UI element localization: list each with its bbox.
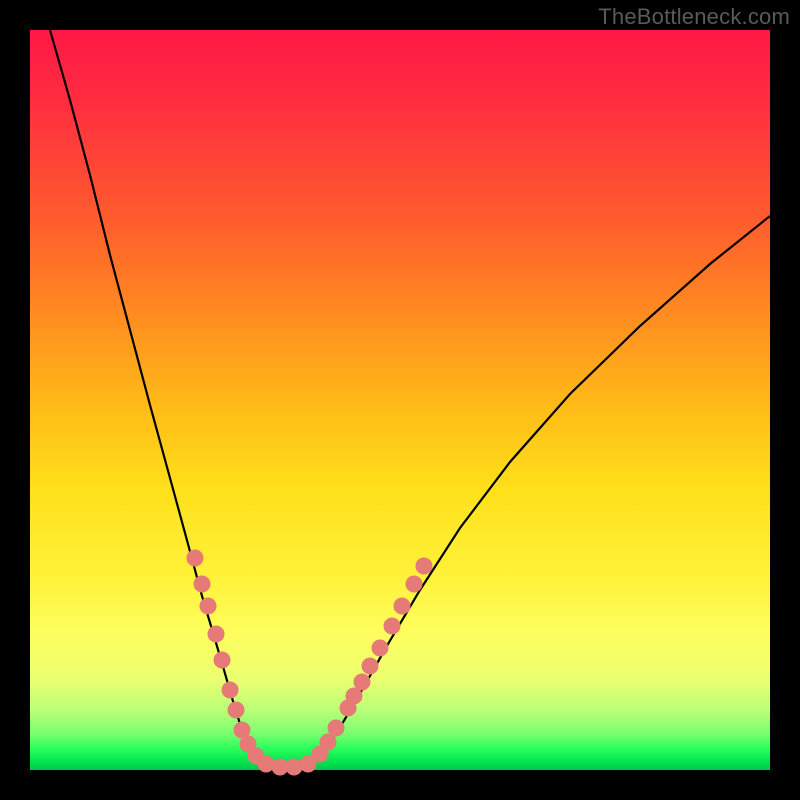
bead-marker <box>187 550 203 566</box>
bead-marker <box>362 658 378 674</box>
bead-marker <box>372 640 388 656</box>
bead-marker <box>406 576 422 592</box>
bead-marker <box>222 682 238 698</box>
bead-marker <box>200 598 216 614</box>
bead-marker <box>328 720 344 736</box>
bead-marker <box>416 558 432 574</box>
bead-marker <box>320 734 336 750</box>
curve-svg <box>30 30 770 770</box>
bead-marker <box>346 688 362 704</box>
bead-marker <box>208 626 224 642</box>
plot-area <box>30 30 770 770</box>
bead-marker <box>384 618 400 634</box>
bead-marker <box>286 759 302 775</box>
bottleneck-curve <box>50 30 770 768</box>
bead-marker <box>228 702 244 718</box>
watermark-text: TheBottleneck.com <box>598 4 790 30</box>
beads-group <box>187 550 432 775</box>
bead-marker <box>214 652 230 668</box>
bead-marker <box>394 598 410 614</box>
chart-frame: TheBottleneck.com <box>0 0 800 800</box>
bead-marker <box>258 756 274 772</box>
bead-marker <box>194 576 210 592</box>
bead-marker <box>354 674 370 690</box>
